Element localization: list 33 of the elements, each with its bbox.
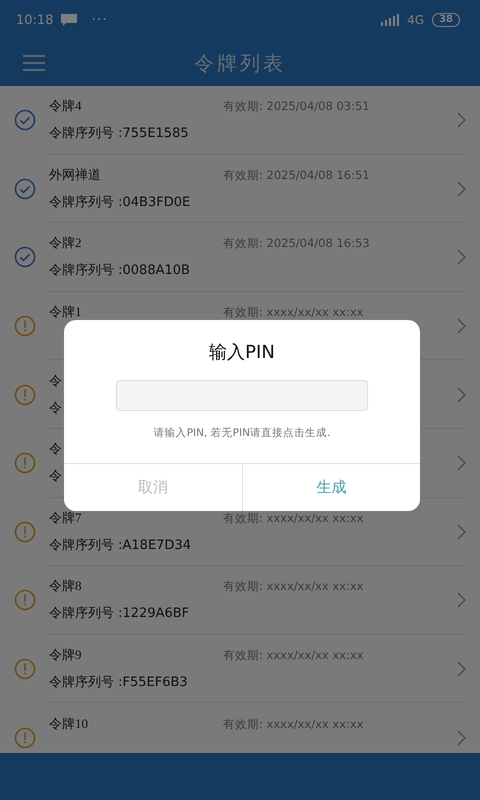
token-serial: 令牌序列号 :755E1585 bbox=[49, 125, 189, 144]
token-name: 令牌8 bbox=[49, 577, 82, 596]
expiry-date: 有效期: 2025/04/08 16:51 bbox=[223, 168, 370, 183]
token-serial: 令牌序列号 :1229A6BF bbox=[49, 605, 190, 624]
token-serial: 令牌序列号 :04B3FD0E bbox=[49, 194, 190, 212]
expiry-date: 有效期: xxxx/xx/xx xx:xx bbox=[223, 648, 364, 664]
token-name: 令牌2 bbox=[49, 234, 82, 252]
more-dots: ··· bbox=[91, 12, 108, 28]
battery-level: 38 bbox=[432, 13, 460, 27]
page-title: 令牌列表 bbox=[194, 52, 286, 76]
expiry-date: 有效期: 2025/04/08 16:53 bbox=[223, 236, 370, 252]
dialog-title: 输入PIN bbox=[209, 341, 275, 364]
token-serial: 令 bbox=[49, 468, 62, 486]
network-label: 4G bbox=[407, 13, 424, 27]
token-name: 令牌4 bbox=[49, 97, 82, 116]
token-name: 令牌9 bbox=[49, 646, 82, 664]
expiry-date: 有效期: xxxx/xx/xx xx:xx bbox=[223, 716, 364, 732]
token-name: 令 bbox=[49, 372, 63, 390]
token-serial: 令牌序列号 :0088A10B bbox=[49, 262, 190, 280]
expiry-date: 有效期: xxxx/xx/xx xx:xx bbox=[223, 510, 364, 526]
token-name: 令牌1 bbox=[49, 303, 82, 322]
token-name: 外网禅道 bbox=[49, 166, 102, 184]
token-serial: 令 bbox=[49, 400, 62, 418]
token-name: 令牌7 bbox=[49, 508, 82, 527]
dialog-hint: 请输入PIN, 若无PIN请直接点击生成. bbox=[154, 426, 330, 440]
expiry-date: 有效期: xxxx/xx/xx xx:xx bbox=[223, 305, 364, 320]
token-name: 令牌10 bbox=[49, 714, 89, 733]
status-time: 10:18 bbox=[16, 12, 54, 28]
token-name: 令 bbox=[49, 440, 63, 458]
expiry-date: 有效期: xxxx/xx/xx xx:xx bbox=[223, 579, 364, 594]
expiry-date: 有效期: 2025/04/08 03:51 bbox=[223, 99, 370, 114]
token-serial: 令牌序列号 :A18E7D34 bbox=[49, 536, 191, 555]
token-serial: 令牌序列号 :F55EF6B3 bbox=[49, 674, 188, 692]
